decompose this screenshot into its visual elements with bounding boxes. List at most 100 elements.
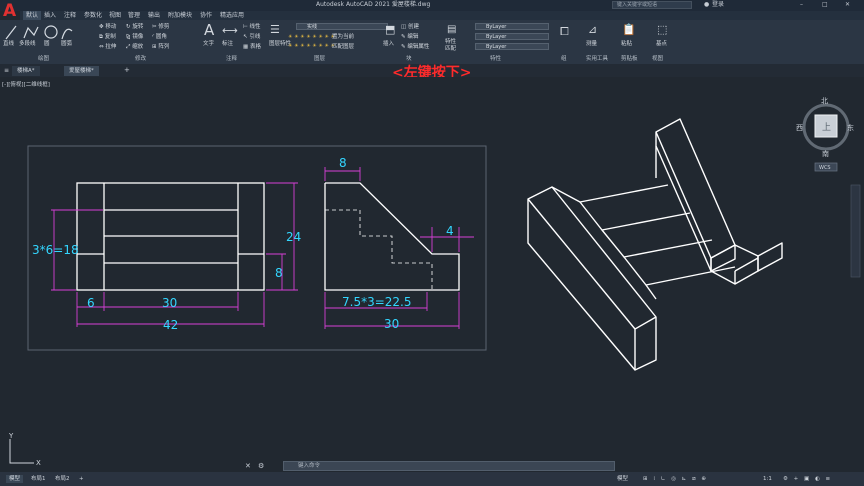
viewcube-south: 南 [822,149,829,158]
match-layer-button[interactable]: 匹配图层 [332,44,354,51]
drafting-aids-icons[interactable]: ⊞ ⁞ ∟ ◎ ⊾ ⧄ ⊕ [640,475,711,483]
tab-parametric[interactable]: 参数化 [84,11,102,20]
arc-button[interactable]: 圆弧 [61,41,72,48]
measure-icon[interactable]: ⊿ [588,24,597,36]
start-menu-icon[interactable]: ≡ [4,67,9,74]
command-close-icon[interactable]: ✕ [245,462,251,470]
table-button[interactable]: ▦ 表格 [243,44,261,51]
paste-button[interactable]: 粘贴 [621,41,632,48]
command-settings-icon[interactable]: ⚙ [258,462,264,470]
search-box[interactable]: 键入关键字或短语 [612,1,692,9]
panel-properties[interactable]: 特性 [490,56,501,63]
create-label: 创建 [407,24,419,30]
match-properties-button[interactable]: 匹配 [445,46,456,53]
scale-button[interactable]: ⤢ 缩放 [126,44,143,51]
move-button[interactable]: ✥ 移动 [99,24,116,31]
panel-annotation[interactable]: 注释 [226,56,237,63]
panel-groups[interactable]: 组 [561,56,567,63]
file-tab-2[interactable]: 爱屋楼梯* [64,66,99,76]
close-button[interactable]: ✕ [845,1,850,9]
copy-button[interactable]: ⧉ 复制 [99,34,116,41]
measure-button[interactable]: 测量 [586,41,597,48]
layout1-tab[interactable]: 布局1 [28,475,49,483]
set-current-button[interactable]: 置为当前 [332,34,354,41]
panel-layers[interactable]: 图层 [314,56,325,63]
base-point-icon[interactable]: ⬚ [657,24,667,36]
array-label: 阵列 [158,44,170,50]
tab-manage[interactable]: 管理 [128,11,140,20]
stretch-button[interactable]: ⇔ 拉伸 [99,44,116,51]
paste-icon[interactable]: 📋 [622,24,636,36]
text-button[interactable]: 文字 [203,41,214,48]
drawing-viewport[interactable]: [-][俯视][二维线框] 3*6=18 6 30 42 24 8 8 4 7.… [0,77,864,467]
layer-dropdown[interactable]: 实线 [296,23,388,30]
command-line[interactable]: 键入命令 [283,461,615,471]
new-tab-icon[interactable]: + [124,66,130,74]
move-label: 移动 [105,24,117,30]
scale-label: 缩放 [132,44,144,50]
layout2-tab[interactable]: 布局2 [52,475,73,483]
tab-output[interactable]: 输出 [148,11,160,20]
linear-button[interactable]: ⊢ 线性 [243,24,261,31]
model-tab[interactable]: 模型 [6,475,24,483]
dimension-button[interactable]: 标注 [222,41,233,48]
tab-insert[interactable]: 插入 [44,11,56,20]
insert-block-icon[interactable]: ⬒ [385,24,395,36]
trim-button[interactable]: ✂ 修剪 [152,24,169,31]
tab-collaborate[interactable]: 协作 [200,11,212,20]
file-tab-1[interactable]: 楼梯A* [12,66,40,76]
annotation-scale[interactable]: 1:1 [760,475,775,483]
panel-draw[interactable]: 绘图 [38,56,49,63]
array-button[interactable]: ⊞ 阵列 [152,44,169,51]
sign-in-link[interactable]: 登录 [712,1,724,9]
tab-featured-apps[interactable]: 精选应用 [220,11,244,20]
command-input[interactable]: 键入命令 [298,463,320,469]
leader-button[interactable]: ↖ 引线 [243,34,260,41]
trim-label: 修剪 [158,24,170,30]
create-block-button[interactable]: ◫ 创建 [401,24,419,31]
properties-icon[interactable]: ▤ [447,24,456,36]
maximize-button[interactable]: □ [822,1,828,9]
line-button[interactable]: 直线 [3,41,14,48]
panel-utilities[interactable]: 实用工具 [586,56,608,63]
circle-button[interactable]: 圆 [44,41,50,48]
rotate-label: 旋转 [132,24,144,30]
dimension-icon[interactable]: ⟷ [222,25,238,37]
polyline-button[interactable]: 多段线 [19,41,36,48]
edit-block-button[interactable]: ✎ 编辑 [401,34,418,41]
rotate-button[interactable]: ↻ 旋转 [126,24,143,31]
autocad-logo-icon[interactable]: A [3,0,18,22]
panel-clipboard[interactable]: 剪贴板 [621,56,638,63]
status-tool-icons[interactable]: ⚙ + ▣ ◐ ≡ [780,475,835,483]
mirror-button[interactable]: ⧎ 镜像 [126,34,143,41]
insert-button[interactable]: 插入 [383,41,394,48]
fillet-button[interactable]: ◜ 圆角 [152,34,167,41]
edit-attributes-button[interactable]: ✎ 编辑属性 [401,44,429,51]
panel-block[interactable]: 块 [406,56,412,63]
group-icon[interactable]: ⧠ [560,26,569,38]
minimize-button[interactable]: – [800,1,803,9]
navigation-bar [850,184,861,278]
user-icon[interactable]: ● [704,1,709,9]
base-point-button[interactable]: 基点 [656,41,667,48]
panel-modify[interactable]: 修改 [135,56,146,63]
layer-properties-icon[interactable]: ☰ [270,24,280,36]
tab-addins[interactable]: 附加模块 [168,11,192,20]
linetype-dropdown[interactable]: ByLayer [475,43,549,50]
lineweight-dropdown[interactable]: ByLayer [475,33,549,40]
draw-icons [5,25,73,40]
dim-front-height-stack: 3*6=18 [32,243,79,257]
tab-annotate[interactable]: 注释 [64,11,76,20]
color-dropdown[interactable]: ByLayer [475,23,549,30]
text-icon[interactable]: A [204,21,214,39]
tab-home[interactable]: 默认 [23,11,42,20]
layer-state-icons-2: ☀ ☀ ☀ ☀ ☀ ☀ ☀ ☀ [288,43,335,49]
tab-view[interactable]: 视图 [109,11,121,20]
ucs-x-label: X [36,459,41,467]
panel-view[interactable]: 视图 [652,56,663,63]
model-space-toggle[interactable]: 模型 [614,475,631,483]
search-input[interactable]: 键入关键字或短语 [617,1,657,9]
properties-button[interactable]: 特性 [445,39,456,46]
add-layout-icon[interactable]: + [76,475,87,483]
status-bar: 模型 布局1 布局2 + 模型 ⊞ ⁞ ∟ ◎ ⊾ ⧄ ⊕ 1:1 ⚙ + ▣ … [0,472,864,486]
